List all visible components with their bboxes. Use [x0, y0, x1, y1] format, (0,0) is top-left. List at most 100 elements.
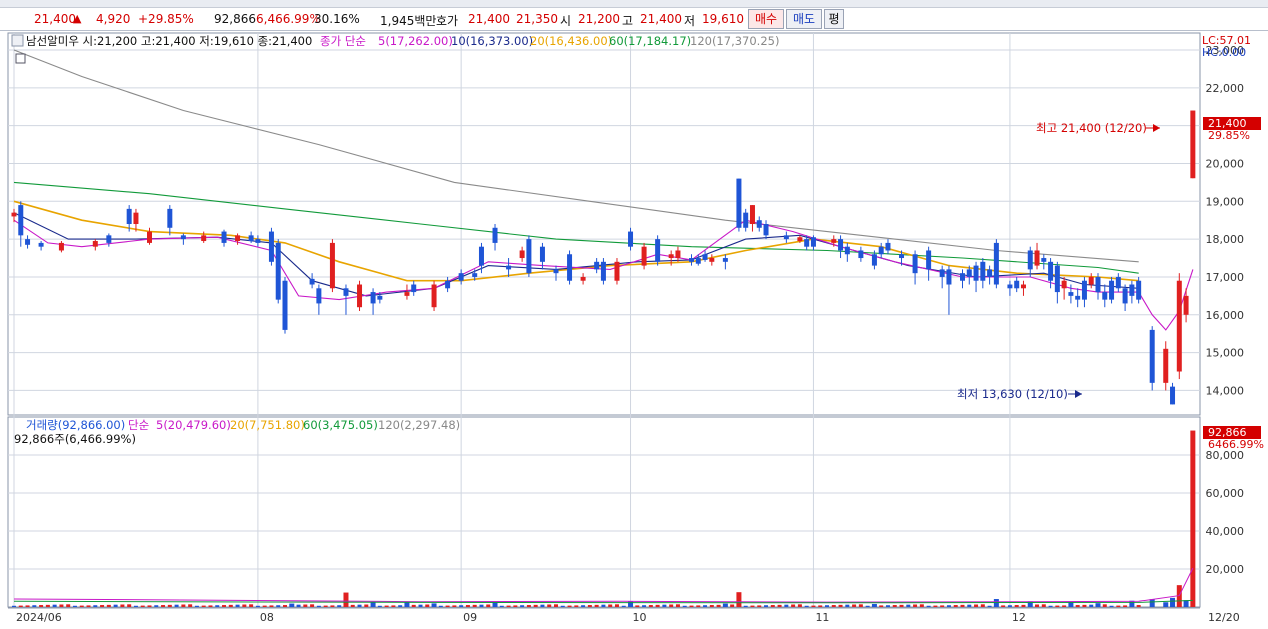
- candle-body: [749, 205, 755, 224]
- candle-body: [18, 205, 24, 236]
- volume-bar: [669, 604, 674, 607]
- volume-bar: [689, 605, 694, 607]
- candle-body: [580, 276, 586, 281]
- volume-bar: [560, 605, 565, 607]
- volume-bar: [100, 605, 105, 607]
- volume-bar: [567, 605, 572, 607]
- candle-body: [1183, 295, 1189, 315]
- candle-body: [628, 231, 634, 247]
- candle-body: [282, 280, 288, 330]
- candle-body: [804, 239, 810, 247]
- candle-body: [221, 231, 227, 243]
- volume-bar: [716, 604, 721, 607]
- volume-bar: [1001, 605, 1006, 607]
- volume-bar: [892, 605, 897, 607]
- grid-toggle-icon[interactable]: [15, 53, 26, 64]
- volume-bar: [343, 592, 349, 607]
- candle-body: [11, 212, 17, 217]
- candle-body: [445, 280, 451, 289]
- volume-bar: [703, 605, 708, 607]
- volume-bar: [1075, 605, 1080, 607]
- candle-body: [519, 250, 525, 259]
- volume-bar: [1082, 604, 1087, 607]
- candle-body: [1081, 280, 1087, 300]
- volume-bar: [201, 605, 206, 607]
- volume-bar: [946, 605, 951, 607]
- average-button[interactable]: 평: [824, 9, 844, 29]
- candle-body: [885, 242, 891, 251]
- volume-bar: [635, 605, 640, 607]
- volume-bar: [770, 605, 775, 607]
- price-pane-menu-icon[interactable]: [11, 34, 24, 47]
- volume-bar: [757, 605, 762, 607]
- date-tick-label: 08: [260, 611, 274, 624]
- volume-bar: [648, 605, 653, 607]
- volume-bar: [235, 604, 240, 607]
- volume-ma120-legend: 120(2,297.48): [378, 418, 460, 432]
- high-label: 고: [622, 14, 634, 28]
- volume-bar: [276, 605, 281, 607]
- price-tick-label: 19,000: [1206, 195, 1245, 208]
- candle-body: [329, 242, 335, 289]
- candle-body: [668, 254, 674, 259]
- candle-body: [133, 212, 139, 224]
- candle-body: [689, 258, 694, 262]
- volume-tick-label: 20,000: [1206, 563, 1245, 576]
- date-tick-label: 09: [463, 611, 477, 624]
- candle-body: [871, 254, 877, 266]
- sell-button[interactable]: 매도: [786, 9, 822, 29]
- volume-bar: [1102, 604, 1107, 607]
- candle-body: [431, 284, 437, 308]
- candle-body: [614, 261, 620, 281]
- candle-body: [1122, 288, 1128, 304]
- volume-bar: [933, 605, 938, 607]
- candle-body: [831, 239, 837, 243]
- volume-bar: [39, 605, 44, 607]
- ma60-legend: 60(17,184.17): [609, 34, 691, 48]
- candle-body: [912, 254, 918, 274]
- price-tick-label: 22,000: [1206, 82, 1245, 95]
- volume-bar: [696, 605, 701, 607]
- volume-bar: [154, 605, 159, 607]
- candle-body: [343, 288, 349, 296]
- candle-body: [1020, 284, 1026, 289]
- volume-bar: [919, 604, 924, 607]
- volume-bar: [174, 604, 179, 607]
- volume-bar: [59, 604, 64, 607]
- volume-bar: [1014, 605, 1019, 607]
- ma20-legend: 20(16,436.00): [530, 34, 612, 48]
- volume-bar: [940, 605, 945, 607]
- volume-bar: [167, 604, 172, 607]
- price-tick-label: 18,000: [1206, 233, 1245, 246]
- volume-bar: [953, 605, 958, 607]
- volume-bar: [52, 604, 57, 607]
- candle-body: [1007, 284, 1013, 289]
- volume-bar: [188, 604, 193, 607]
- candle-body: [1095, 276, 1101, 293]
- volume-ma-header: 단순: [128, 418, 149, 432]
- buy-button[interactable]: 매수: [748, 9, 784, 29]
- date-tick-label: 10: [633, 611, 647, 624]
- candle-body: [810, 237, 816, 247]
- volume-bar: [161, 605, 166, 607]
- candle-body: [180, 235, 186, 240]
- volume-bar: [459, 605, 464, 607]
- volume-header: 거래량(92,866.00): [26, 418, 125, 432]
- low-note: 최저 13,630 (12/10): [957, 387, 1068, 401]
- date-tick-label: 2024/06: [16, 611, 62, 624]
- candle-body: [756, 220, 762, 228]
- volume-bar: [431, 603, 437, 607]
- volume-bar: [533, 604, 538, 607]
- volume-bar: [364, 604, 369, 607]
- volume-bar: [194, 605, 199, 607]
- volume-bar: [838, 604, 843, 607]
- candle-body: [993, 242, 999, 285]
- volume-bar: [1089, 604, 1094, 607]
- candle-body: [275, 242, 281, 300]
- volume-bar: [249, 604, 254, 607]
- volume-bar: [316, 605, 321, 607]
- candle-body: [316, 288, 322, 304]
- bid-label: 호가: [436, 14, 459, 28]
- volume-bar: [370, 602, 376, 607]
- volume-bar: [980, 604, 985, 607]
